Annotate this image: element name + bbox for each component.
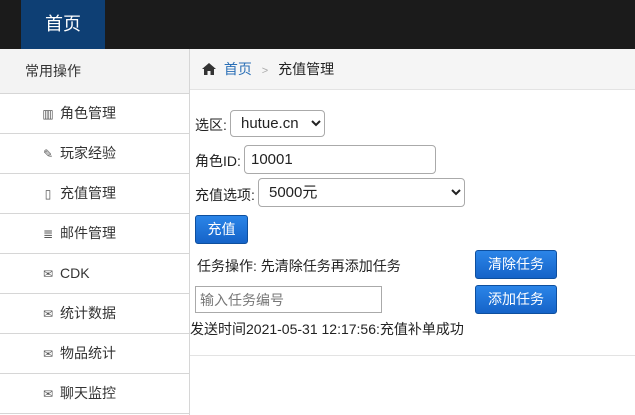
sidebar-item-mail-management[interactable]: ≣ 邮件管理 [0, 214, 189, 254]
chevron-right-icon: > [261, 65, 269, 77]
server-select[interactable]: hutue.cn [230, 110, 325, 137]
status-message: 发送时间2021-05-31 12:17:56:充值补单成功 [190, 321, 464, 337]
sidebar-item-statistics[interactable]: ✉ 统计数据 [0, 294, 189, 334]
envelope-icon: ✉ [42, 387, 54, 401]
divider [190, 355, 635, 356]
top-bar: 首页 [0, 0, 635, 49]
task-instructions: 任务操作: 先清除任务再添加任务 [197, 258, 401, 274]
sidebar: 常用操作 ▥ 角色管理 ✎ 玩家经验 ▯ 充值管理 ≣ 邮件管理 ✉ CDK ✉ 统计数据 … [0, 49, 190, 415]
amount-label: 充值选项: [195, 187, 255, 203]
sidebar-item-label: 充值管理 [60, 185, 116, 201]
sidebar-item-role-management[interactable]: ▥ 角色管理 [0, 94, 189, 134]
breadcrumb: 首页 > 充值管理 [190, 49, 635, 90]
envelope-icon: ✉ [42, 347, 54, 361]
file-icon: ▯ [44, 187, 52, 201]
clear-tasks-button[interactable]: 清除任务 [475, 250, 557, 279]
sidebar-item-recharge-management[interactable]: ▯ 充值管理 [0, 174, 189, 214]
breadcrumb-home-link[interactable]: 首页 [224, 61, 252, 77]
book-icon: ▥ [42, 107, 54, 121]
sidebar-title: 常用操作 [0, 49, 189, 94]
task-number-input[interactable] [195, 286, 382, 313]
sidebar-item-cdk[interactable]: ✉ CDK [0, 254, 189, 294]
amount-select[interactable]: 5000元 [258, 178, 465, 207]
list-icon: ≣ [42, 227, 54, 241]
sidebar-item-item-statistics[interactable]: ✉ 物品统计 [0, 334, 189, 374]
role-id-label: 角色ID: [195, 153, 241, 169]
sidebar-item-label: 玩家经验 [60, 145, 116, 161]
plug-icon: ✎ [42, 147, 54, 161]
sidebar-item-label: 邮件管理 [60, 225, 116, 241]
sidebar-item-label: 角色管理 [60, 105, 116, 121]
sidebar-item-chat-monitor[interactable]: ✉ 聊天监控 [0, 374, 189, 414]
envelope-icon: ✉ [42, 267, 54, 281]
sidebar-item-player-exp[interactable]: ✎ 玩家经验 [0, 134, 189, 174]
home-icon [202, 61, 220, 77]
sidebar-item-label: 物品统计 [60, 345, 116, 361]
add-task-button[interactable]: 添加任务 [475, 285, 557, 314]
brand-home-link[interactable]: 首页 [21, 0, 105, 49]
server-label: 选区: [195, 117, 227, 133]
envelope-icon: ✉ [42, 307, 54, 321]
sidebar-item-label: 聊天监控 [60, 385, 116, 401]
sidebar-item-label: CDK [60, 265, 90, 281]
sidebar-item-label: 统计数据 [60, 305, 116, 321]
breadcrumb-current: 充值管理 [278, 61, 335, 77]
role-id-input[interactable] [244, 145, 436, 174]
recharge-button[interactable]: 充值 [195, 215, 248, 244]
